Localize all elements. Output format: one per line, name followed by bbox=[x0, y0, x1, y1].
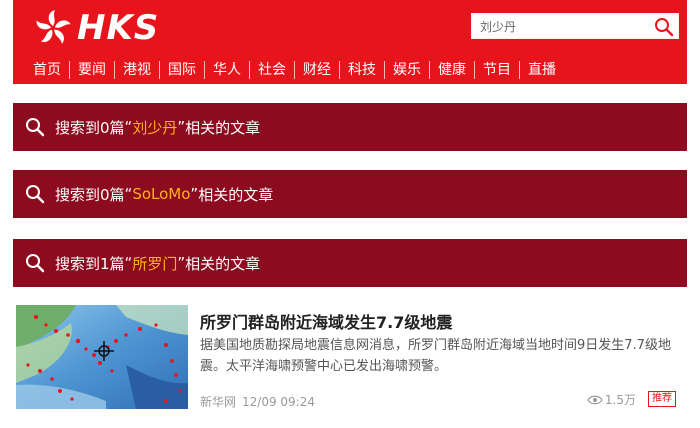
site-header: HKS 首页 要闻 港视 国际 华人 社会 财经 科技 娱乐 健康 节目 直播 bbox=[13, 0, 687, 84]
article-time: 12/09 09:24 bbox=[242, 395, 315, 409]
nav-item-chinese-community[interactable]: 华人 bbox=[204, 61, 249, 79]
article-item[interactable]: 所罗门群岛附近海域发生7.7级地震 据美国地质勘探局地震信息网消息，所罗门群岛附… bbox=[16, 305, 684, 411]
article-thumbnail[interactable] bbox=[16, 305, 188, 409]
search-icon bbox=[26, 254, 45, 273]
search-box bbox=[471, 13, 679, 39]
result-keyword: 所罗门 bbox=[132, 254, 178, 273]
result-count: 搜索到1篇 bbox=[55, 254, 125, 273]
logo-text: HKS bbox=[77, 8, 160, 48]
result-keyword: SoLoMo bbox=[132, 185, 191, 203]
nav-item-tech[interactable]: 科技 bbox=[339, 61, 384, 79]
search-icon bbox=[655, 18, 674, 37]
result-banner: 搜索到0篇 “刘少丹” 相关的文章 bbox=[13, 103, 687, 151]
result-suffix: 相关的文章 bbox=[198, 185, 274, 204]
search-input[interactable] bbox=[480, 14, 650, 38]
main-nav: 首页 要闻 港视 国际 华人 社会 财经 科技 娱乐 健康 节目 直播 bbox=[25, 57, 564, 83]
nav-item-finance[interactable]: 财经 bbox=[294, 61, 339, 79]
earthquake-map-image bbox=[16, 305, 188, 409]
search-button[interactable] bbox=[654, 17, 674, 37]
result-count: 搜索到0篇 bbox=[55, 118, 125, 137]
article-meta: 新华网 12/09 09:24 bbox=[200, 393, 315, 410]
view-count-value: 1.5万 bbox=[604, 393, 636, 407]
nav-item-society[interactable]: 社会 bbox=[249, 61, 294, 79]
article-source: 新华网 bbox=[200, 395, 237, 409]
nav-item-headlines[interactable]: 要闻 bbox=[69, 61, 114, 79]
result-suffix: 相关的文章 bbox=[185, 118, 261, 137]
view-count: 1.5万 bbox=[587, 391, 636, 408]
bauhinia-logo-icon bbox=[36, 10, 71, 44]
result-suffix: 相关的文章 bbox=[185, 254, 261, 273]
nav-item-programs[interactable]: 节目 bbox=[474, 61, 519, 79]
result-keyword: 刘少丹 bbox=[132, 118, 178, 137]
quote-open: “ bbox=[124, 118, 133, 136]
nav-item-home[interactable]: 首页 bbox=[25, 61, 69, 79]
article-title[interactable]: 所罗门群岛附近海域发生7.7级地震 bbox=[200, 309, 452, 333]
nav-item-entertainment[interactable]: 娱乐 bbox=[384, 61, 429, 79]
quote-open: “ bbox=[124, 254, 133, 272]
nav-item-health[interactable]: 健康 bbox=[429, 61, 474, 79]
article-summary: 据美国地质勘探局地震信息网消息，所罗门群岛附近海域当地时间9日发生7.7级地震。… bbox=[200, 338, 671, 374]
result-banner: 搜索到1篇 “所罗门” 相关的文章 bbox=[13, 239, 687, 287]
eye-icon bbox=[587, 395, 603, 404]
nav-item-video[interactable]: 港视 bbox=[114, 61, 159, 79]
result-banner: 搜索到0篇 “SoLoMo” 相关的文章 bbox=[13, 170, 687, 218]
quote-close: ” bbox=[190, 185, 199, 203]
quote-close: ” bbox=[177, 254, 186, 272]
search-icon bbox=[26, 118, 45, 137]
nav-item-international[interactable]: 国际 bbox=[159, 61, 204, 79]
result-count: 搜索到0篇 bbox=[55, 185, 125, 204]
search-icon bbox=[26, 185, 45, 204]
quote-open: “ bbox=[124, 185, 133, 203]
nav-item-live[interactable]: 直播 bbox=[519, 61, 564, 79]
site-logo[interactable]: HKS bbox=[33, 8, 159, 48]
recommended-badge: 推荐 bbox=[648, 391, 676, 407]
quote-close: ” bbox=[177, 118, 186, 136]
